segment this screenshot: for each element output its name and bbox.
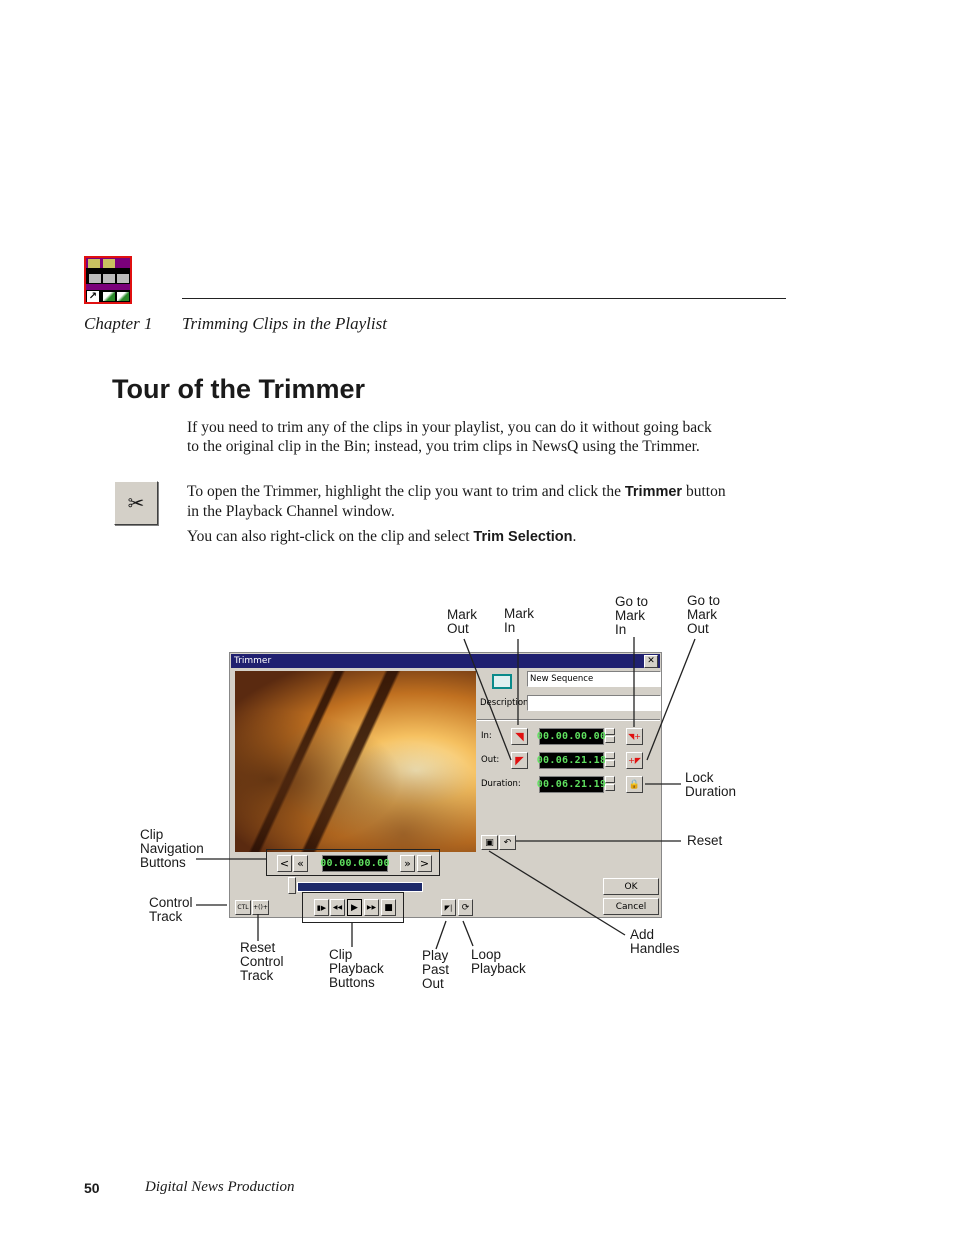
page-number: 50 [84,1180,100,1196]
section-heading: Tour of the Trimmer [112,374,366,404]
mark-in-icon: ◥ [515,730,524,743]
callout-box-navigation [266,849,440,876]
out-label: Out: [481,755,500,765]
add-handles-button[interactable]: ▣ [481,835,498,850]
callout-reset: Reset [687,833,723,848]
callout-mark-out: Mark Out [447,607,477,636]
loop-playback-button[interactable]: ⟳ [458,899,473,916]
title-bar: Trimmer ✕ [231,654,660,668]
trimmer-term: Trimmer [624,484,683,500]
chapter-title: Trimming Clips in the Playlist [182,314,387,333]
callout-lock-duration: Lock Duration [685,770,737,799]
duration-spinner[interactable] [605,776,615,792]
ctl-label: CTL [237,904,249,911]
text: . [572,528,577,545]
callout-control-track: Control Track [149,895,193,924]
in-spinner[interactable] [605,728,615,744]
callout-add-handles: Add Handles [630,927,680,956]
callout-loop-playback: Loop Playback [471,947,526,976]
callout-goto-mark-out: Go to Mark Out [687,593,721,636]
text: You can also right-click on the clip and… [187,528,474,545]
callout-goto-mark-in: Go to Mark In [615,594,649,637]
play-past-out-icon: ◤| [444,903,453,912]
callout-leader-lines [196,637,696,950]
callout-mark-in: Mark In [504,606,534,635]
right-click-paragraph: You can also right-click on the clip and… [187,527,727,547]
trimmer-button-illustration: ✂ [114,481,158,525]
video-preview [235,671,476,852]
film-strip-shortcut-icon: ↗ [84,256,132,304]
cancel-button[interactable]: Cancel [603,898,659,915]
cancel-label: Cancel [615,901,647,912]
scrub-handle[interactable] [288,877,296,894]
ok-button[interactable]: OK [603,878,659,895]
duration-timecode[interactable]: 00.06.21.19 [537,776,606,793]
leader-loop-playback [462,920,474,947]
header-rule [182,298,786,299]
window-title: Trimmer [234,656,272,666]
duration-label: Duration: [481,779,521,789]
scrub-track[interactable] [297,882,423,892]
callout-play-past-out: Play Past Out [422,948,450,991]
goto-mark-out-button[interactable]: +◤ [626,752,643,769]
lock-duration-button[interactable]: 🔒 [626,776,643,793]
sequence-icon [492,674,512,689]
control-track-button[interactable]: CTL [235,900,251,915]
reset-ctl-icon: +()+ [253,904,268,911]
in-label: In: [481,731,492,741]
intro-paragraph: If you need to trim any of the clips in … [187,419,712,455]
open-trimmer-paragraph: To open the Trimmer, highlight the clip … [187,482,727,521]
chapter-label: Chapter 1 [84,314,153,333]
in-timecode[interactable]: 00.00.00.00 [537,728,606,745]
mark-out-icon: ◤ [515,754,524,767]
text: To open the Trimmer, highlight the clip … [187,483,625,500]
reset-control-track-button[interactable]: +()+ [252,900,269,915]
scissors-icon: ✂ [127,491,145,515]
close-button[interactable]: ✕ [644,655,658,668]
description-label: Description: [480,698,532,708]
book-title: Digital News Production [145,1179,295,1195]
play-past-out-button[interactable]: ◤| [441,899,456,916]
sequence-name-field[interactable]: New Sequence [527,671,661,687]
close-icon: ✕ [647,656,655,666]
goto-mark-in-button[interactable]: ◥+ [626,728,643,745]
loop-icon: ⟳ [461,902,470,913]
out-spinner[interactable] [605,752,615,768]
lock-icon: 🔒 [628,779,641,790]
add-handles-icon: ▣ [485,837,494,848]
mark-in-button[interactable]: ◥ [511,728,528,745]
callout-reset-control-track: Reset Control Track [240,940,284,983]
reset-icon: ↶ [503,837,512,848]
callout-clip-navigation: Clip Navigation Buttons [140,827,204,870]
chapter-header: Chapter 1 Trimming Clips in the Playlist [84,314,387,334]
leader-play-past-out [435,920,447,950]
callout-clip-playback: Clip Playback Buttons [329,947,384,990]
goto-out-icon: +◤ [628,756,641,765]
trimmer-window: Trimmer ✕ New Sequence Description: In: … [229,652,662,923]
description-field[interactable] [527,695,661,711]
ok-label: OK [624,881,638,892]
callout-box-playback [302,892,404,923]
out-timecode[interactable]: 00.06.21.18 [537,752,606,769]
mark-out-button[interactable]: ◤ [511,752,528,769]
goto-in-icon: ◥+ [628,732,641,741]
divider [477,719,660,721]
trim-selection-term: Trim Selection [473,529,573,545]
reset-button[interactable]: ↶ [499,835,516,850]
